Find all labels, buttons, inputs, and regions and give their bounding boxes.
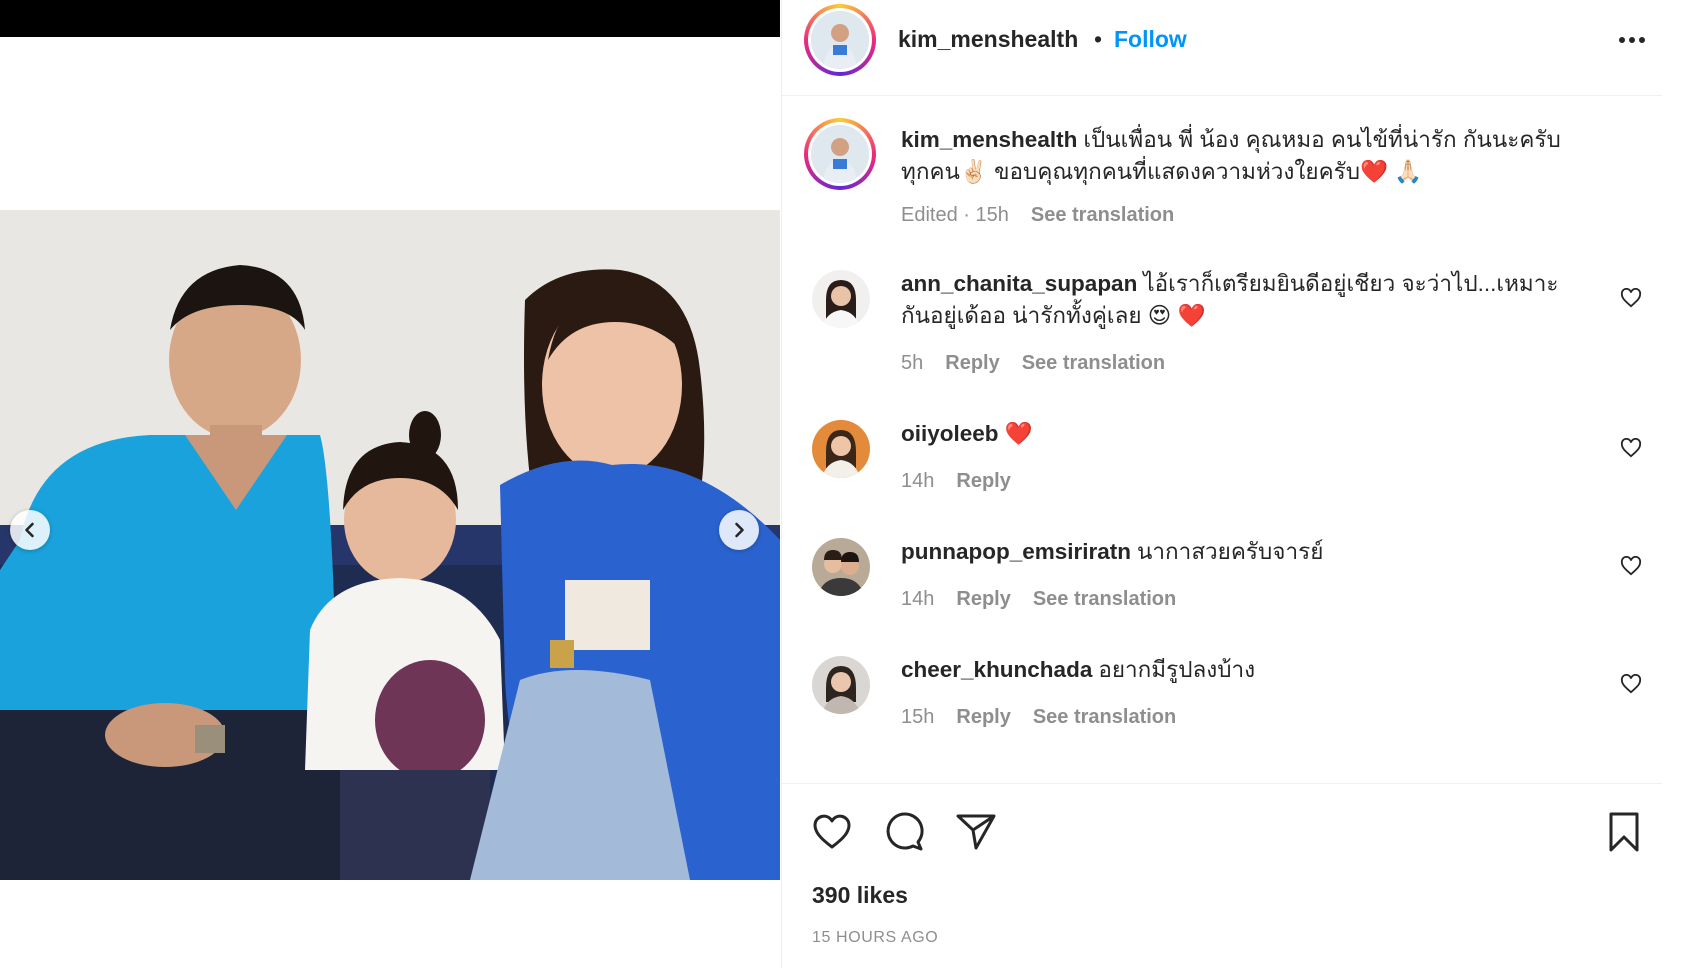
comment-text: ann_chanita_supapan ไอ้เราก็เตรียมยินดีอย… bbox=[901, 268, 1581, 332]
see-translation-link[interactable]: See translation bbox=[1022, 352, 1165, 375]
avatar[interactable] bbox=[812, 420, 870, 478]
post-time-ago: 15 HOURS AGO bbox=[812, 929, 939, 946]
comment-like-heart-icon[interactable] bbox=[1620, 556, 1642, 576]
comment-meta: 14h Reply bbox=[901, 470, 1011, 493]
author-avatar[interactable] bbox=[804, 4, 876, 76]
post-header: kim_menshealth • Follow bbox=[782, 0, 1662, 96]
comment-meta: 15h Reply See translation bbox=[901, 706, 1176, 729]
avatar-image bbox=[811, 125, 869, 183]
comment-body: ❤️ bbox=[1004, 421, 1033, 446]
caption-author-avatar[interactable] bbox=[804, 118, 876, 190]
comment-like-heart-icon[interactable] bbox=[1620, 674, 1642, 694]
post-media bbox=[0, 0, 780, 968]
comment-text: oiiyoleeb ❤️ bbox=[901, 418, 1581, 450]
reply-button[interactable]: Reply bbox=[956, 588, 1010, 611]
share-icon[interactable] bbox=[954, 810, 998, 854]
comment-meta: 14h Reply See translation bbox=[901, 588, 1176, 611]
comment-time: 15h bbox=[901, 706, 935, 728]
avatar[interactable] bbox=[812, 538, 870, 596]
bookmark-icon[interactable] bbox=[1602, 810, 1646, 854]
post-side-panel: kim_menshealth • Follow kim_menshealth เป… bbox=[781, 0, 1663, 968]
comment-meta: 5h Reply See translation bbox=[901, 352, 1165, 375]
comment-time: 14h bbox=[901, 588, 935, 610]
comment-username[interactable]: cheer_khunchada bbox=[901, 657, 1092, 682]
comment-time: 14h bbox=[901, 470, 935, 492]
see-translation-link[interactable]: See translation bbox=[1033, 706, 1176, 729]
carousel-next-button[interactable] bbox=[719, 510, 759, 550]
avatar[interactable] bbox=[812, 656, 870, 714]
heart-icon[interactable] bbox=[810, 810, 854, 854]
comment-time: 5h bbox=[901, 352, 924, 374]
follow-button[interactable]: Follow bbox=[1114, 26, 1187, 53]
reply-button[interactable]: Reply bbox=[956, 470, 1010, 493]
caption-timestamp: Edited · 15h bbox=[901, 204, 1009, 226]
comment-body: นากาสวยครับจารย์ bbox=[1137, 539, 1324, 564]
media-letterbox bbox=[0, 0, 780, 37]
carousel-prev-button[interactable] bbox=[10, 510, 50, 550]
avatar[interactable] bbox=[812, 270, 870, 328]
avatar-image bbox=[811, 11, 869, 69]
comment-username[interactable]: oiiyoleeb bbox=[901, 421, 999, 446]
caption-username[interactable]: kim_menshealth bbox=[901, 127, 1077, 152]
reply-button[interactable]: Reply bbox=[956, 706, 1010, 729]
avatar-image bbox=[812, 656, 870, 714]
comment-text: punnapop_emsiriratn นากาสวยครับจารย์ bbox=[901, 536, 1581, 568]
more-options-icon[interactable] bbox=[1612, 30, 1652, 50]
comment-icon[interactable] bbox=[882, 810, 926, 854]
likes-count[interactable]: 390 likes bbox=[812, 882, 908, 909]
comment-like-heart-icon[interactable] bbox=[1620, 288, 1642, 308]
reply-button[interactable]: Reply bbox=[945, 352, 999, 375]
comment-body: อยากมีรูปลงบ้าง bbox=[1098, 657, 1256, 682]
avatar-image bbox=[812, 420, 870, 478]
comment-username[interactable]: punnapop_emsiriratn bbox=[901, 539, 1131, 564]
comment-username[interactable]: ann_chanita_supapan bbox=[901, 271, 1137, 296]
caption-text: kim_menshealth เป็นเพื่อน พี่ น้อง คุณหมอ… bbox=[901, 124, 1581, 188]
caption-meta: Edited · 15h See translation bbox=[901, 204, 1174, 227]
post-actions: 390 likes 15 HOURS AGO bbox=[782, 783, 1662, 968]
comment-text: cheer_khunchada อยากมีรูปลงบ้าง bbox=[901, 654, 1581, 686]
header-separator: • bbox=[1094, 26, 1103, 52]
chevron-left-icon bbox=[25, 522, 34, 538]
chevron-right-icon bbox=[735, 522, 744, 538]
avatar-image bbox=[812, 538, 870, 596]
post-photo bbox=[0, 210, 780, 880]
photo-illustration bbox=[0, 210, 780, 880]
see-translation-link[interactable]: See translation bbox=[1033, 588, 1176, 611]
see-translation-link[interactable]: See translation bbox=[1031, 204, 1174, 227]
comment-like-heart-icon[interactable] bbox=[1620, 438, 1642, 458]
avatar-image bbox=[812, 270, 870, 328]
author-username[interactable]: kim_menshealth bbox=[898, 26, 1078, 53]
